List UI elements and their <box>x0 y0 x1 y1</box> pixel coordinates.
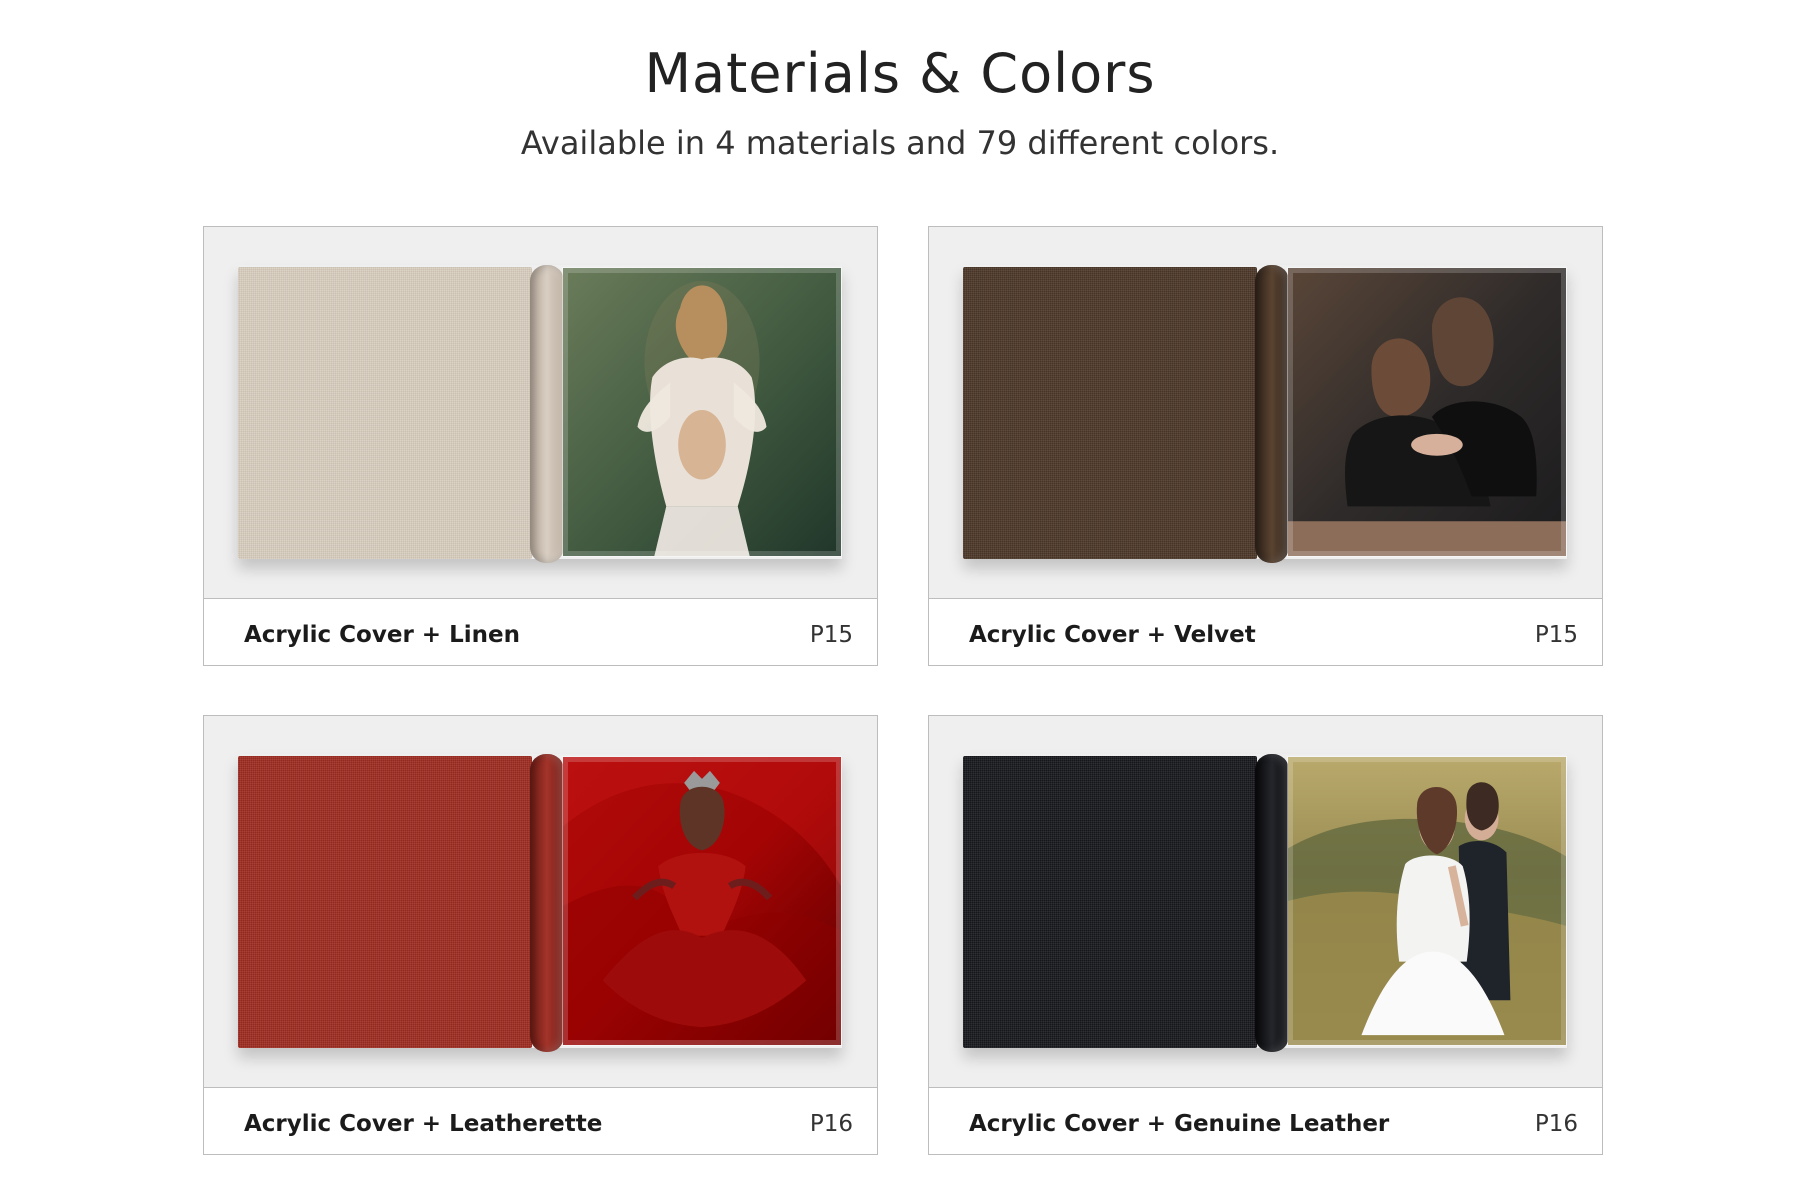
album-photo-panel <box>562 756 842 1046</box>
album-photo-panel <box>1287 756 1567 1046</box>
card-preview-area <box>929 716 1602 1088</box>
album-spine <box>530 754 564 1052</box>
page-subtitle: Available in 4 materials and 79 differen… <box>520 124 1280 162</box>
card-title: Acrylic Cover + Linen <box>244 622 520 648</box>
album-spine <box>530 265 564 563</box>
card-footer: Acrylic Cover + Velvet P15 <box>929 599 1602 665</box>
material-card-leatherette[interactable]: Acrylic Cover + Leatherette P16 <box>203 715 878 1155</box>
album-cover-left <box>963 267 1257 559</box>
album-cover-left <box>238 756 532 1048</box>
album-photo-panel <box>562 267 842 557</box>
album-mockup <box>963 265 1567 563</box>
card-page-number: P15 <box>1534 622 1578 648</box>
album-mockup <box>963 754 1567 1052</box>
card-page-number: P15 <box>809 622 853 648</box>
album-photo-panel <box>1287 267 1567 557</box>
card-footer: Acrylic Cover + Leatherette P16 <box>204 1088 877 1154</box>
page-title: Materials & Colors <box>644 42 1156 105</box>
album-spine <box>1255 265 1289 563</box>
card-preview-area <box>929 227 1602 599</box>
card-page-number: P16 <box>1534 1111 1578 1137</box>
material-card-genuine-leather[interactable]: Acrylic Cover + Genuine Leather P16 <box>928 715 1603 1155</box>
maternity-photo <box>563 268 841 556</box>
material-card-velvet[interactable]: Acrylic Cover + Velvet P15 <box>928 226 1603 666</box>
card-footer: Acrylic Cover + Genuine Leather P16 <box>929 1088 1602 1154</box>
material-card-linen[interactable]: Acrylic Cover + Linen P15 <box>203 226 878 666</box>
card-title: Acrylic Cover + Velvet <box>969 622 1256 648</box>
card-preview-area <box>204 716 877 1088</box>
card-title: Acrylic Cover + Genuine Leather <box>969 1111 1390 1137</box>
album-mockup <box>238 265 842 563</box>
album-cover-left <box>238 267 532 559</box>
card-preview-area <box>204 227 877 599</box>
wedding-photo <box>1288 757 1566 1045</box>
album-cover-left <box>963 756 1257 1048</box>
album-mockup <box>238 754 842 1052</box>
card-page-number: P16 <box>809 1111 853 1137</box>
album-spine <box>1255 754 1289 1052</box>
card-title: Acrylic Cover + Leatherette <box>244 1111 603 1137</box>
card-footer: Acrylic Cover + Linen P15 <box>204 599 877 665</box>
red-gown-photo <box>563 757 841 1045</box>
family-photo <box>1288 268 1566 556</box>
